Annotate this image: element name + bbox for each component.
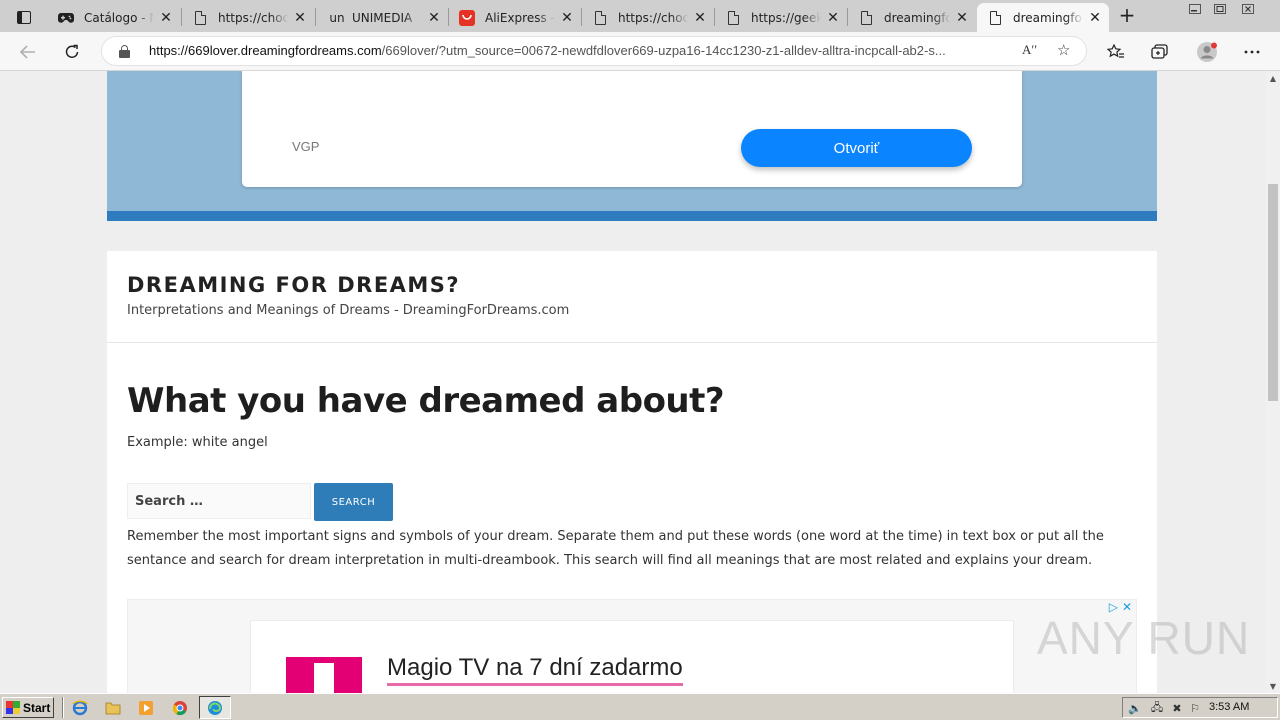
ad-headline[interactable]: Magio TV na 7 dní zadarmo bbox=[387, 653, 683, 686]
media-player-icon[interactable] bbox=[137, 699, 155, 717]
site-description: Interpretations and Meanings of Dreams -… bbox=[127, 303, 570, 318]
tab-geek[interactable]: https://geek ✕ bbox=[715, 3, 847, 32]
collections-icon[interactable] bbox=[1146, 38, 1174, 66]
instructions-paragraph: Remember the most important signs and sy… bbox=[127, 529, 1104, 568]
security-icon[interactable]: ✖ bbox=[1169, 700, 1185, 716]
ad-inner-card[interactable]: Magio TV na 7 dní zadarmo bbox=[250, 620, 1014, 693]
site-title[interactable]: DREAMING FOR DREAMS? bbox=[127, 273, 460, 297]
tab-title: https://choo bbox=[218, 10, 288, 25]
tab-title: Catálogo - M bbox=[84, 10, 154, 25]
clock[interactable]: 3:53 AM bbox=[1209, 701, 1249, 713]
telekom-logo-icon bbox=[286, 657, 362, 693]
page-icon bbox=[987, 10, 1003, 26]
gamepad-icon bbox=[58, 10, 74, 26]
scroll-up-icon[interactable]: ▲ bbox=[1266, 71, 1280, 85]
close-icon[interactable]: ✕ bbox=[158, 10, 174, 26]
tab-dreamingfor-1[interactable]: dreamingfor ✕ bbox=[848, 3, 976, 32]
main-content: DREAMING FOR DREAMS? Interpretations and… bbox=[107, 251, 1157, 693]
flag-icon[interactable]: ⚐ bbox=[1187, 700, 1203, 716]
tab-title: dreamingfor bbox=[884, 10, 950, 25]
tab-catalogo[interactable]: Catálogo - M ✕ bbox=[48, 3, 180, 32]
tab-strip: Catálogo - M ✕ https://choo ✕ un UNIMEDI… bbox=[0, 0, 1280, 32]
example-text: Example: white angel bbox=[127, 435, 268, 450]
folder-icon[interactable] bbox=[104, 699, 122, 717]
page-icon bbox=[592, 10, 608, 26]
back-button[interactable] bbox=[14, 38, 42, 66]
page-icon bbox=[858, 10, 874, 26]
system-tray: 🔈 🖧 ✖ ⚐ 3:53 AM bbox=[1122, 697, 1278, 718]
volume-icon[interactable]: 🔈 bbox=[1127, 700, 1143, 716]
page-heading: What you have dreamed about? bbox=[127, 381, 725, 421]
taskbar-divider bbox=[62, 697, 64, 718]
close-icon[interactable]: ✕ bbox=[292, 10, 308, 26]
taskbar: Start 🔈 🖧 ✖ ⚐ 3:53 AM bbox=[0, 693, 1280, 720]
chrome-icon[interactable] bbox=[171, 699, 189, 717]
minimize-button[interactable] bbox=[1183, 0, 1207, 18]
ad-brand-label: VGP bbox=[292, 139, 320, 154]
aliexpress-icon bbox=[459, 9, 475, 26]
search-input[interactable]: Search … bbox=[127, 483, 311, 519]
ad-card[interactable]: VGP Otvoriť bbox=[242, 71, 1022, 187]
bottom-ad-banner[interactable]: ▷ ✕ Magio TV na 7 dní zadarmo bbox=[127, 599, 1137, 693]
tab-title: UNIMEDIA bbox=[352, 10, 413, 25]
tab-dreamingfor-active[interactable]: dreamingfor ✕ bbox=[977, 3, 1109, 32]
add-favorite-icon[interactable]: ☆ bbox=[1057, 41, 1070, 59]
close-window-button[interactable] bbox=[1236, 0, 1260, 18]
close-icon[interactable]: ✕ bbox=[559, 10, 575, 26]
tab-aliexpress[interactable]: AliExpress - C ✕ bbox=[449, 3, 581, 32]
web-page: VGP Otvoriť DREAMING FOR DREAMS? Interpr… bbox=[0, 71, 1266, 693]
scroll-thumb[interactable] bbox=[1268, 184, 1278, 401]
tab-title: dreamingfor bbox=[1013, 10, 1083, 25]
page-icon bbox=[725, 10, 741, 26]
ie-icon[interactable] bbox=[71, 699, 89, 717]
top-ad-banner: VGP Otvoriť bbox=[107, 71, 1157, 221]
more-options-icon[interactable] bbox=[1238, 38, 1266, 66]
read-aloud-icon[interactable]: Aʹʹ bbox=[1022, 42, 1037, 58]
restore-button[interactable] bbox=[1208, 0, 1232, 18]
refresh-button[interactable] bbox=[58, 38, 86, 66]
tab-title: AliExpress - C bbox=[485, 10, 555, 25]
profile-avatar[interactable] bbox=[1193, 38, 1221, 66]
tab-unimedia[interactable]: un UNIMEDIA ✕ bbox=[316, 3, 448, 32]
site-header: DREAMING FOR DREAMS? Interpretations and… bbox=[107, 251, 1157, 343]
scroll-down-icon[interactable]: ▼ bbox=[1266, 679, 1280, 693]
close-icon[interactable]: ✕ bbox=[954, 10, 970, 26]
ad-open-button[interactable]: Otvoriť bbox=[741, 129, 972, 167]
network-icon[interactable]: 🖧 bbox=[1149, 700, 1165, 716]
tab-title: https://choo bbox=[618, 10, 688, 25]
close-icon[interactable]: ✕ bbox=[825, 10, 841, 26]
favorites-icon[interactable] bbox=[1102, 38, 1130, 66]
close-icon[interactable]: ✕ bbox=[692, 10, 708, 26]
start-button[interactable]: Start bbox=[2, 697, 54, 718]
close-icon[interactable]: ✕ bbox=[1087, 10, 1103, 26]
browser-toolbar: https://669lover.dreamingfordreams.com/6… bbox=[0, 32, 1280, 71]
new-tab-button[interactable]: + bbox=[1116, 5, 1138, 27]
search-button[interactable]: SEARCH bbox=[314, 483, 393, 521]
lock-icon[interactable] bbox=[119, 45, 130, 58]
page-icon bbox=[192, 10, 208, 26]
url-text[interactable]: https://669lover.dreamingfordreams.com/6… bbox=[149, 43, 1011, 58]
tab-actions-icon[interactable] bbox=[10, 6, 38, 28]
page-scrollbar[interactable]: ▲ ▼ bbox=[1266, 71, 1280, 693]
edge-icon[interactable] bbox=[206, 699, 224, 717]
tab-title: https://geek bbox=[751, 10, 821, 25]
tab-choo-2[interactable]: https://choo ✕ bbox=[582, 3, 714, 32]
unimedia-icon: un bbox=[329, 10, 345, 25]
tab-choo-1[interactable]: https://choo ✕ bbox=[182, 3, 314, 32]
windows-logo-icon bbox=[6, 701, 20, 714]
address-bar[interactable]: https://669lover.dreamingfordreams.com/6… bbox=[101, 36, 1087, 66]
close-icon[interactable]: ✕ bbox=[426, 10, 442, 26]
watermark: ANY RUN bbox=[1037, 612, 1251, 664]
